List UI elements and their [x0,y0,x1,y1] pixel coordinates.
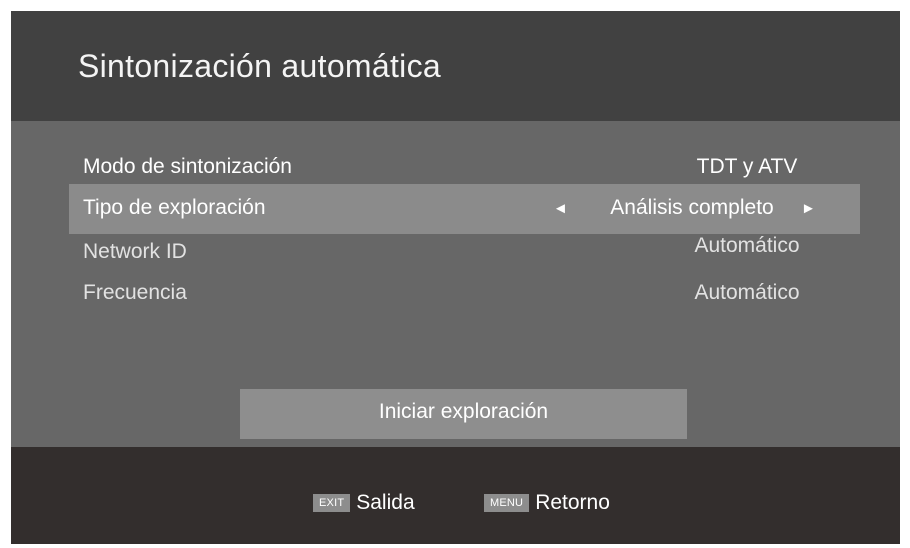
setting-label: Modo de sintonización [83,155,292,178]
exit-key-badge: EXIT [313,494,351,512]
header: Sintonización automática [11,11,900,121]
setting-value: TDT y ATV [696,155,798,178]
menu-label: Retorno [535,491,610,514]
setting-value: Análisis completo [610,196,774,219]
page-title: Sintonización automática [78,48,441,84]
triangle-right-icon[interactable]: ► [801,200,816,217]
footer: EXIT Salida MENU Retorno [11,447,900,544]
menu-hint[interactable]: MENU Retorno [484,491,610,515]
auto-tuning-screen: Sintonización automática Modo de sintoni… [11,11,900,544]
triangle-left-icon[interactable]: ◄ [553,200,568,217]
setting-label: Network ID [83,240,187,263]
exit-label: Salida [356,491,415,514]
setting-label: Tipo de exploración [83,196,266,219]
exit-hint[interactable]: EXIT Salida [313,491,415,515]
setting-value: Automático [694,234,800,257]
setting-row-frequency[interactable]: Frecuencia Automático [69,269,860,319]
start-scan-button[interactable]: Iniciar exploración [240,389,687,439]
menu-key-badge: MENU [484,494,530,512]
setting-value: Automático [694,281,800,304]
setting-row-scan-type[interactable]: Tipo de exploración ◄ Análisis completo … [69,184,860,234]
setting-label: Frecuencia [83,281,187,304]
